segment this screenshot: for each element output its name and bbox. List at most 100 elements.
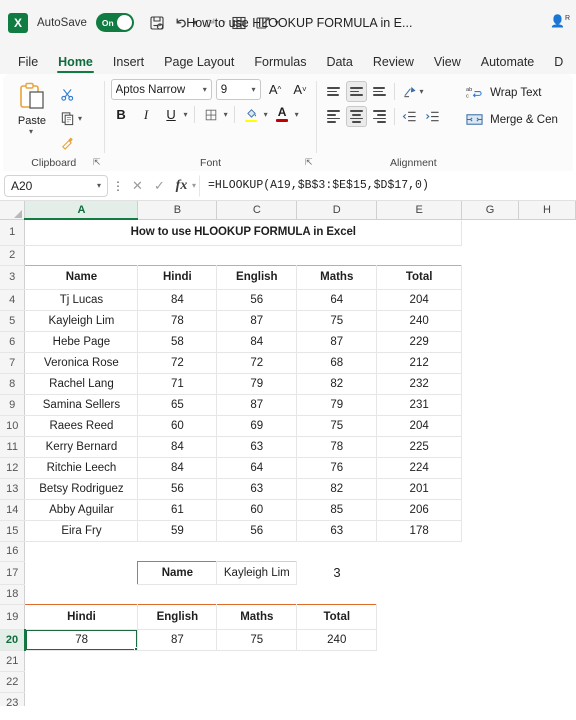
row-header-19[interactable]: 19 (0, 604, 26, 630)
row-header-4[interactable]: 4 (0, 289, 26, 311)
cell-E7[interactable]: 212 (376, 351, 463, 374)
row-header-8[interactable]: 8 (0, 373, 26, 395)
cell-E4[interactable]: 204 (376, 288, 463, 311)
row-header-7[interactable]: 7 (0, 352, 26, 374)
row-header-18[interactable]: 18 (0, 584, 26, 605)
bold-button[interactable]: B (111, 104, 132, 125)
cell-C21[interactable] (216, 650, 297, 671)
row-header-12[interactable]: 12 (0, 457, 26, 479)
cell-H6[interactable] (518, 331, 576, 352)
cell-H1[interactable] (518, 219, 576, 245)
cell-B4[interactable]: 84 (137, 288, 218, 311)
cell-H22[interactable] (518, 671, 576, 692)
cell-H3[interactable] (518, 265, 576, 289)
align-bottom-icon[interactable] (369, 81, 390, 102)
cell-B10[interactable]: 60 (137, 414, 218, 437)
cell-H4[interactable] (518, 289, 576, 310)
select-all-corner[interactable] (0, 201, 26, 220)
result-header-total[interactable]: Total (296, 603, 378, 630)
cell-A4[interactable]: Tj Lucas (24, 288, 139, 311)
cell-D23[interactable] (296, 692, 377, 706)
cell-G16[interactable] (461, 541, 519, 561)
cell-E23[interactable] (376, 692, 462, 706)
column-header-D[interactable]: D (296, 201, 378, 220)
autosave-toggle[interactable]: On (95, 13, 134, 32)
person-icon[interactable]: 👤R (550, 14, 570, 28)
tab-home[interactable]: Home (48, 52, 103, 74)
cell-G6[interactable] (461, 331, 519, 352)
cell-H11[interactable] (518, 436, 576, 457)
fill-color-icon[interactable] (241, 104, 262, 125)
column-header-H[interactable]: H (518, 201, 576, 220)
cell-C22[interactable] (216, 671, 297, 692)
cell-C7[interactable]: 72 (216, 351, 298, 374)
cell-B9[interactable]: 65 (137, 393, 218, 416)
wrap-text-button[interactable]: ab c Wrap Text (464, 82, 567, 103)
cell-H18[interactable] (518, 584, 576, 604)
column-header-E[interactable]: E (376, 201, 463, 220)
cell-A17[interactable] (24, 561, 138, 584)
cell-B13[interactable]: 56 (137, 477, 218, 500)
cell-C11[interactable]: 63 (216, 435, 298, 458)
cell-G4[interactable] (461, 289, 519, 310)
cell-A7[interactable]: Veronica Rose (24, 351, 139, 374)
cell-E6[interactable]: 229 (376, 330, 463, 353)
column-header-C[interactable]: C (216, 201, 298, 220)
result-header-english[interactable]: English (137, 603, 218, 630)
cell-B11[interactable]: 84 (137, 435, 218, 458)
cell-A9[interactable]: Samina Sellers (24, 393, 139, 416)
cell-E15[interactable]: 178 (376, 519, 463, 542)
cell-C15[interactable]: 56 (216, 519, 298, 542)
cell-A2[interactable] (24, 245, 138, 265)
cancel-icon[interactable]: ✕ (128, 175, 147, 197)
cell-E10[interactable]: 204 (376, 414, 463, 437)
align-right-icon[interactable] (369, 106, 390, 127)
cell-H19[interactable] (518, 604, 576, 629)
cell-H12[interactable] (518, 457, 576, 478)
cell-H9[interactable] (518, 394, 576, 415)
cell-E9[interactable]: 231 (376, 393, 463, 416)
cell-D21[interactable] (296, 650, 377, 671)
cell-C9[interactable]: 87 (216, 393, 298, 416)
cell-B22[interactable] (137, 671, 217, 692)
cell-B18[interactable] (137, 584, 217, 604)
cell-B6[interactable]: 58 (137, 330, 218, 353)
underline-dropdown-icon[interactable]: ▾ (184, 110, 188, 119)
font-size-combo[interactable]: 9 ▾ (215, 79, 261, 100)
lookup-row-index-cell[interactable]: 3 (296, 561, 377, 584)
cell-E13[interactable]: 201 (376, 477, 463, 500)
row-header-3[interactable]: 3 (0, 265, 26, 290)
decrease-indent-icon[interactable] (399, 106, 420, 127)
underline-button[interactable]: U (161, 104, 182, 125)
cell-E14[interactable]: 206 (376, 498, 463, 521)
cell-A20[interactable]: 78 (24, 628, 139, 651)
cell-D4[interactable]: 64 (296, 288, 378, 311)
cell-D6[interactable]: 87 (296, 330, 378, 353)
title-banner[interactable]: How to use HLOOKUP FORMULA in Excel (24, 219, 463, 246)
cell-E11[interactable]: 225 (376, 435, 463, 458)
cell-A14[interactable]: Abby Aguilar (24, 498, 139, 521)
cell-H17[interactable] (518, 561, 576, 584)
cell-G7[interactable] (461, 352, 519, 373)
main-table-header-name[interactable]: Name (24, 264, 139, 290)
lookup-value-cell[interactable]: Kayleigh Lim (216, 560, 298, 585)
column-header-B[interactable]: B (137, 201, 218, 220)
cell-D14[interactable]: 85 (296, 498, 378, 521)
row-header-11[interactable]: 11 (0, 436, 26, 458)
cell-E12[interactable]: 224 (376, 456, 463, 479)
cell-H10[interactable] (518, 415, 576, 436)
row-header-2[interactable]: 2 (0, 245, 26, 266)
cell-G2[interactable] (461, 245, 519, 265)
fill-color-dropdown-icon[interactable]: ▾ (264, 110, 268, 119)
copy-dropdown-icon[interactable]: ▾ (78, 114, 82, 123)
row-header-1[interactable]: 1 (0, 219, 26, 246)
row-header-9[interactable]: 9 (0, 394, 26, 416)
row-header-23[interactable]: 23 (0, 692, 26, 706)
cell-G10[interactable] (461, 415, 519, 436)
cell-C23[interactable] (216, 692, 297, 706)
row-header-21[interactable]: 21 (0, 650, 26, 672)
column-header-A[interactable]: A (24, 201, 139, 220)
cell-A10[interactable]: Raees Reed (24, 414, 139, 437)
italic-button[interactable]: I (136, 104, 157, 125)
borders-icon[interactable] (201, 104, 222, 125)
